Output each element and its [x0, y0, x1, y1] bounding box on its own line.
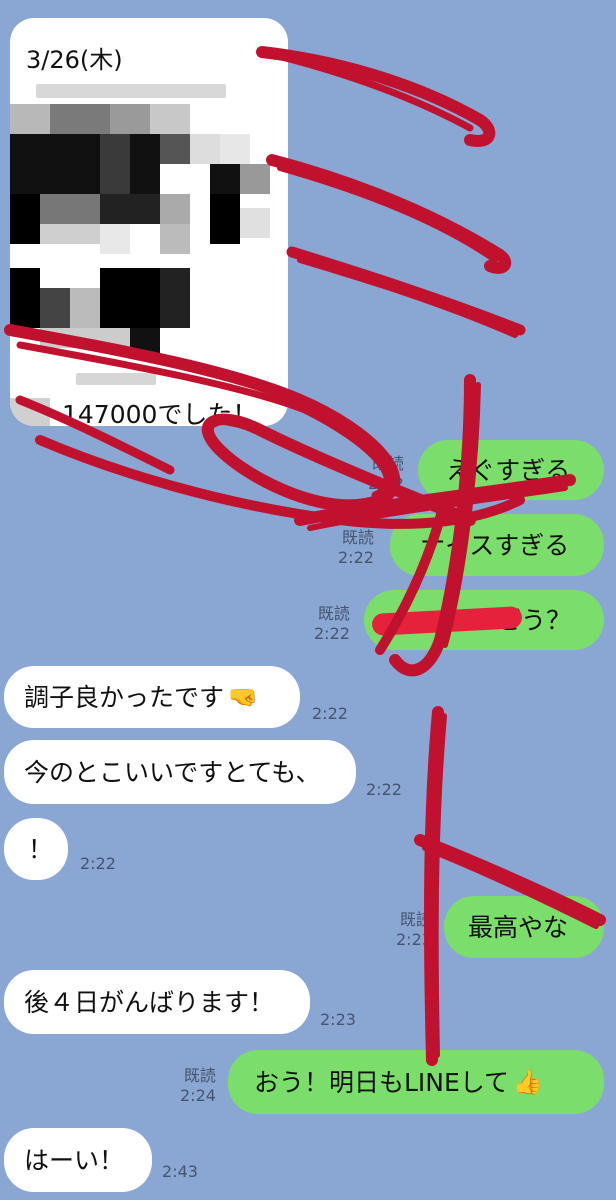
- card-date: 3/26(木): [26, 46, 123, 74]
- incoming-message[interactable]: ！: [4, 818, 68, 880]
- read-receipt: 既読 2:22: [368, 454, 404, 493]
- outgoing-message[interactable]: えぐすぎる: [418, 440, 604, 500]
- thumbs-up-emoji-icon: 👍: [513, 1068, 543, 1096]
- card-message: 147000でした！: [62, 400, 258, 426]
- outgoing-message[interactable]: ナイスすぎる: [390, 514, 604, 576]
- image-message-card[interactable]: 3/26(木) 147000でした！: [10, 18, 288, 426]
- read-receipt: 既読 2:24: [180, 1066, 216, 1105]
- timestamp: 2:22: [312, 704, 348, 723]
- chat-screen: 3/26(木) 147000でした！ 既読 2:22 えぐすぎる 既読 2:22…: [0, 0, 616, 1200]
- blurred-text: [76, 373, 156, 385]
- incoming-message[interactable]: 後４日がんばります！: [4, 970, 310, 1034]
- timestamp: 2:22: [366, 780, 402, 799]
- read-receipt: 既読 2:23: [396, 910, 432, 949]
- timestamp: 2:22: [80, 854, 116, 873]
- read-receipt: 既読 2:22: [314, 604, 350, 643]
- timestamp: 2:43: [162, 1162, 198, 1181]
- incoming-message[interactable]: 今のとこいいですとても、: [4, 740, 356, 804]
- outgoing-message[interactable]: おう！明日もLINEして 👍: [228, 1050, 604, 1114]
- timestamp: 2:23: [320, 1010, 356, 1029]
- incoming-message[interactable]: はーい！: [4, 1128, 152, 1192]
- read-receipt: 既読 2:22: [338, 528, 374, 567]
- blurred-text: [36, 84, 226, 98]
- outgoing-message[interactable]: 最高やな: [444, 896, 604, 958]
- incoming-message[interactable]: 調子良かったです 🤜: [4, 666, 300, 728]
- fist-emoji-icon: 🤜: [228, 683, 258, 711]
